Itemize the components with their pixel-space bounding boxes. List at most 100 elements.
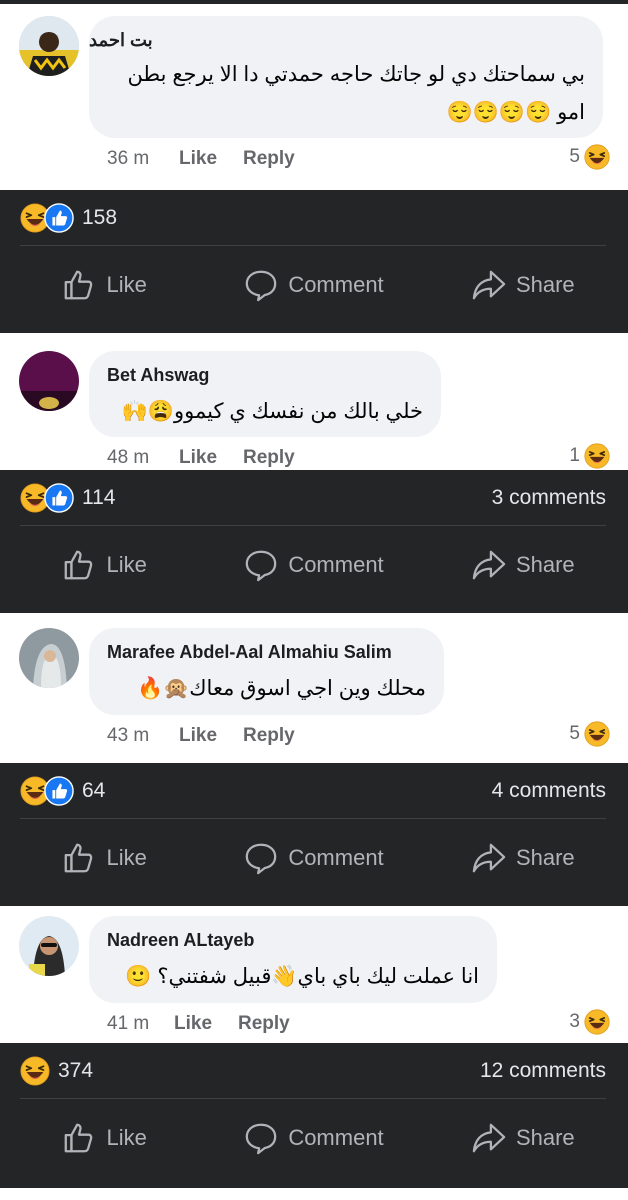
comment-reply-button[interactable]: Reply xyxy=(238,1013,290,1035)
comment-button[interactable]: Comment xyxy=(209,819,418,897)
comment-label: Comment xyxy=(288,845,384,870)
comment-item: Marafee Abdel-Aal Almahiu Salim محلك وين… xyxy=(0,613,628,763)
comment-author[interactable]: Marafee Abdel-Aal Almahiu Salim xyxy=(107,642,392,663)
speech-bubble-icon xyxy=(244,1121,278,1155)
reaction-count-text: 5 xyxy=(569,146,580,167)
avatar[interactable] xyxy=(19,916,79,976)
comment-bubble[interactable]: Marafee Abdel-Aal Almahiu Salim محلك وين… xyxy=(89,628,444,715)
share-button[interactable]: Share xyxy=(419,526,628,604)
share-arrow-icon xyxy=(472,1121,506,1155)
reaction-summary-left[interactable]: 114 xyxy=(20,483,115,513)
post-footer: 374 12 comments Like Comment Share xyxy=(0,1043,628,1188)
reaction-count-text: 1 xyxy=(569,445,580,466)
comment-text-line: بي سماحتك دي لو جاتك حاجه حمدتي دا الا ي… xyxy=(127,63,585,86)
comment-author[interactable]: Nadreen ALtayeb xyxy=(107,930,254,951)
avatar[interactable] xyxy=(19,16,79,76)
comments-count[interactable]: 3 comments xyxy=(492,486,606,510)
comment-reaction-count[interactable]: 5 xyxy=(569,721,610,747)
like-button[interactable]: Like xyxy=(0,1099,209,1177)
like-reaction-icon xyxy=(44,203,74,233)
avatar-image xyxy=(19,628,79,688)
avatar-image xyxy=(19,916,79,976)
comments-count[interactable]: 4 comments xyxy=(492,779,606,803)
reaction-summary: 64 4 comments xyxy=(20,763,606,819)
comment-bubble[interactable]: Bet Ahswag خلي بالك من نفسك ي كيموو😩🙌 xyxy=(89,351,441,437)
speech-bubble-icon xyxy=(244,268,278,302)
comment-reply-button[interactable]: Reply xyxy=(243,725,295,747)
like-button[interactable]: Like xyxy=(0,526,209,604)
reaction-summary: 374 12 comments xyxy=(20,1043,606,1099)
reaction-summary: 114 3 comments xyxy=(20,470,606,526)
comment-text-line: محلك وين اجي اسوق معاك🙊🔥 xyxy=(136,677,426,700)
comment-reaction-count[interactable]: 5 xyxy=(569,144,610,170)
comment-author[interactable]: Bet Ahswag xyxy=(107,365,209,386)
share-button[interactable]: Share xyxy=(419,819,628,897)
comment-button[interactable]: Comment xyxy=(209,526,418,604)
like-label: Like xyxy=(106,845,147,870)
like-label: Like xyxy=(106,272,147,297)
post-footer: 114 3 comments Like Comment Share xyxy=(0,470,628,613)
post-actions: Like Comment Share xyxy=(0,246,628,324)
top-edge xyxy=(0,0,628,4)
avatar-image xyxy=(19,351,79,411)
thumbs-up-icon xyxy=(62,548,96,582)
comment-button[interactable]: Comment xyxy=(209,1099,418,1177)
share-button[interactable]: Share xyxy=(419,246,628,324)
reaction-summary-left[interactable]: 64 xyxy=(20,776,105,806)
share-arrow-icon xyxy=(472,268,506,302)
thumbs-up-icon xyxy=(62,1121,96,1155)
comment-label: Comment xyxy=(288,552,384,577)
comment-reply-button[interactable]: Reply xyxy=(243,447,295,469)
like-label: Like xyxy=(106,1125,147,1150)
comment-reply-button[interactable]: Reply xyxy=(243,148,295,170)
comment-bubble[interactable]: بت احمد بي سماحتك دي لو جاتك حاجه حمدتي … xyxy=(89,16,603,138)
like-reaction-icon xyxy=(44,776,74,806)
comment-text-line: انا عملت ليك باي باي👋قبيل شفتني؟ 🙂 xyxy=(125,965,479,988)
post-footer: 158 Like Comment Share xyxy=(0,190,628,333)
reaction-count-text: 3 xyxy=(569,1011,580,1032)
reaction-count-text: 5 xyxy=(569,723,580,744)
comment-item: Nadreen ALtayeb انا عملت ليك باي باي👋قبي… xyxy=(0,906,628,1043)
comment-bubble[interactable]: Nadreen ALtayeb انا عملت ليك باي باي👋قبي… xyxy=(89,916,497,1003)
like-label: Like xyxy=(106,552,147,577)
comment-label: Comment xyxy=(288,272,384,297)
reaction-count: 158 xyxy=(82,206,118,229)
comment-item: بت احمد بي سماحتك دي لو جاتك حاجه حمدتي … xyxy=(0,0,628,190)
comments-count[interactable]: 12 comments xyxy=(480,1059,606,1083)
comment-like-button[interactable]: Like xyxy=(174,1013,212,1035)
comment-item: Bet Ahswag خلي بالك من نفسك ي كيموو😩🙌 48… xyxy=(0,333,628,470)
like-reaction-icon xyxy=(44,483,74,513)
haha-reaction-icon xyxy=(584,1009,610,1035)
share-arrow-icon xyxy=(472,548,506,582)
comment-author[interactable]: بت احمد xyxy=(89,30,153,51)
haha-reaction-icon xyxy=(20,1056,50,1086)
share-button[interactable]: Share xyxy=(419,1099,628,1177)
thumbs-up-icon xyxy=(62,841,96,875)
comment-like-button[interactable]: Like xyxy=(179,148,217,170)
comment-label: Comment xyxy=(288,1125,384,1150)
comment-reaction-count[interactable]: 3 xyxy=(569,1009,610,1035)
speech-bubble-icon xyxy=(244,841,278,875)
avatar[interactable] xyxy=(19,628,79,688)
comment-like-button[interactable]: Like xyxy=(179,447,217,469)
reaction-summary-left[interactable]: 158 xyxy=(20,203,117,233)
post-actions: Like Comment Share xyxy=(0,1099,628,1177)
post-footer: 64 4 comments Like Comment Share xyxy=(0,763,628,906)
haha-reaction-icon xyxy=(584,144,610,170)
haha-reaction-icon xyxy=(584,443,610,469)
comment-like-button[interactable]: Like xyxy=(179,725,217,747)
bottom-edge xyxy=(0,1188,628,1200)
avatar[interactable] xyxy=(19,351,79,411)
like-button[interactable]: Like xyxy=(0,819,209,897)
share-label: Share xyxy=(515,1125,575,1150)
reaction-summary-left[interactable]: 374 xyxy=(20,1056,93,1086)
avatar-image xyxy=(19,16,79,76)
reaction-count: 374 xyxy=(58,1059,94,1082)
share-label: Share xyxy=(515,272,575,297)
comment-button[interactable]: Comment xyxy=(209,246,418,324)
comment-time: 41 m xyxy=(107,1013,150,1034)
share-label: Share xyxy=(515,552,575,577)
like-button[interactable]: Like xyxy=(0,246,209,324)
comment-reaction-count[interactable]: 1 xyxy=(569,443,610,469)
comment-text-line: خلي بالك من نفسك ي كيموو😩🙌 xyxy=(121,400,423,423)
